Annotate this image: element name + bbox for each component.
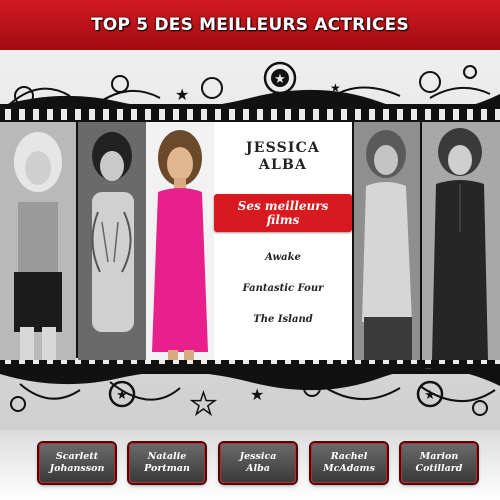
nav-button-rachel-mcadams[interactable]: Rachel McAdams (311, 443, 387, 483)
header-bar: TOP 5 DES MEILLEURS ACTRICES (0, 0, 500, 50)
svg-text:★: ★ (424, 388, 436, 403)
photo-rachel-mcadams[interactable] (354, 122, 420, 360)
photo-marion-cotillard[interactable] (422, 122, 500, 360)
nav-button-line1: Rachel (330, 451, 368, 462)
svg-text:★: ★ (175, 85, 189, 104)
nav-button-line1: Marion (419, 451, 459, 462)
svg-text:★: ★ (116, 388, 128, 403)
film-item[interactable]: The Island (214, 314, 352, 325)
svg-text:★: ★ (190, 387, 217, 422)
film-item[interactable]: Fantastic Four (214, 283, 352, 294)
featured-actress-panel: JESSICA ALBA Ses meilleurs films Awake F… (214, 122, 352, 360)
featured-name-first: JESSICA (245, 140, 321, 156)
nav-button-marion-cotillard[interactable]: Marion Cotillard (401, 443, 477, 483)
nav-button-line1: Scarlett (55, 451, 99, 462)
photo-jessica-alba[interactable] (146, 122, 214, 360)
nav-button-scarlett-johansson[interactable]: Scarlett Johansson (39, 443, 115, 483)
film-perforations-top (0, 109, 500, 120)
film-item[interactable]: Awake (214, 252, 352, 263)
bottom-ornament: ★ ★ ★ ★ (0, 364, 500, 423)
featured-name-last: ALBA (258, 157, 308, 173)
photo-scarlett-johansson[interactable] (0, 122, 76, 360)
svg-text:★: ★ (330, 81, 341, 95)
nav-button-jessica-alba[interactable]: Jessica Alba (220, 443, 296, 483)
svg-text:★: ★ (250, 385, 264, 404)
nav-button-line2: Portman (144, 463, 190, 474)
photo-natalie-portman[interactable] (78, 122, 146, 360)
nav-button-line2: Cotillard (415, 463, 463, 474)
nav-button-line1: Jessica (239, 451, 277, 462)
featured-actress-name: JESSICA ALBA (214, 140, 352, 174)
svg-text:★: ★ (274, 72, 286, 87)
nav-button-line2: Johansson (49, 463, 105, 474)
nav-button-natalie-portman[interactable]: Natalie Portman (129, 443, 205, 483)
nav-button-line2: McAdams (323, 463, 375, 474)
page-title: TOP 5 DES MEILLEURS ACTRICES (91, 15, 409, 35)
nav-button-line2: Alba (246, 463, 270, 474)
nav-button-line1: Natalie (147, 451, 187, 462)
best-films-button[interactable]: Ses meilleurs films (214, 194, 352, 232)
